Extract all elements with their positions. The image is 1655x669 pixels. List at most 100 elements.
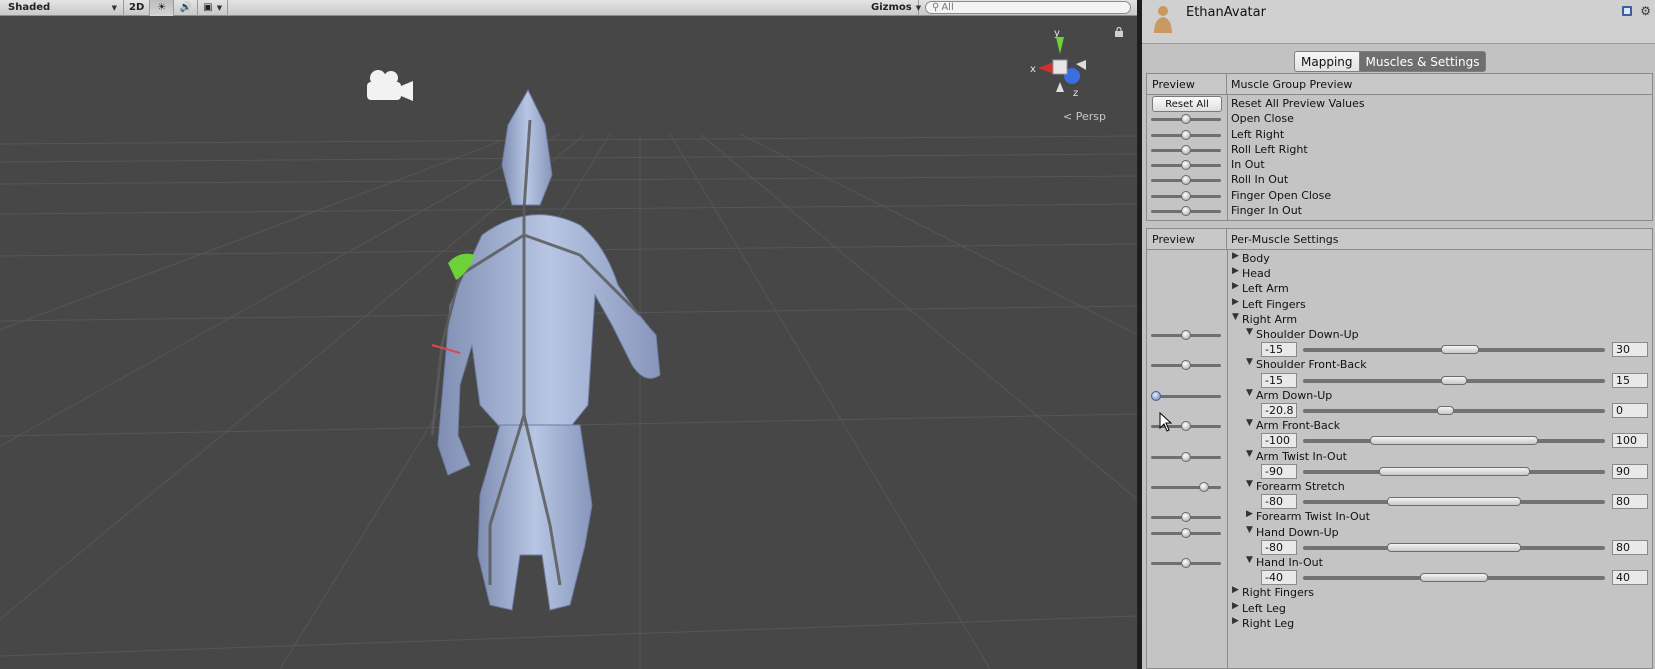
foldout-expanded-icon[interactable]: ▼ [1246,449,1253,459]
group-label[interactable]: Right Leg [1242,617,1294,630]
range-min-field[interactable]: -90 [1261,464,1297,479]
slider-thumb[interactable] [1181,130,1191,140]
range-slider-track[interactable] [1303,409,1605,413]
preview-slider[interactable] [1151,558,1221,568]
shading-mode-dropdown[interactable]: Shaded ▼ [0,0,124,16]
slider-thumb[interactable] [1181,558,1191,568]
foldout-expanded-icon[interactable]: ▼ [1246,327,1253,337]
range-slider-handle[interactable] [1420,573,1488,582]
range-min-field[interactable]: -15 [1261,373,1297,388]
foldout-collapsed-icon[interactable]: ▶ [1232,251,1239,261]
lighting-toggle-button[interactable]: ☀ [150,0,175,16]
projection-label[interactable]: < Persp [1063,110,1106,123]
preview-slider[interactable] [1151,114,1221,124]
range-min-field[interactable]: -40 [1261,570,1297,585]
foldout-expanded-icon[interactable]: ▼ [1246,479,1253,489]
range-max-field[interactable]: 30 [1612,342,1648,357]
effects-toggle-button[interactable]: ▣ ▼ [198,0,229,16]
muscle-label[interactable]: Forearm Twist In-Out [1256,510,1370,523]
range-slider-handle[interactable] [1441,345,1480,354]
gizmos-dropdown[interactable]: Gizmos ▼ [863,0,921,16]
foldout-expanded-icon[interactable]: ▼ [1246,525,1253,535]
muscle-label[interactable]: Arm Front-Back [1256,419,1340,432]
muscle-label[interactable]: Hand In-Out [1256,556,1323,569]
range-max-field[interactable]: 80 [1612,540,1648,555]
slider-thumb[interactable] [1181,175,1191,185]
reset-all-button[interactable]: Reset All [1152,96,1222,112]
preview-slider[interactable] [1151,130,1221,140]
ethan-avatar-model[interactable] [420,85,680,645]
group-label[interactable]: Left Leg [1242,602,1286,615]
preview-slider[interactable] [1151,512,1221,522]
slider-thumb[interactable] [1181,421,1191,431]
foldout-collapsed-icon[interactable]: ▶ [1246,509,1253,519]
foldout-expanded-icon[interactable]: ▼ [1246,418,1253,428]
preview-slider[interactable] [1151,206,1221,216]
preview-slider[interactable] [1151,175,1221,185]
range-min-field[interactable]: -80 [1261,540,1297,555]
slider-thumb[interactable] [1181,330,1191,340]
help-book-icon[interactable] [1621,5,1633,17]
group-label[interactable]: Left Arm [1242,282,1289,295]
range-slider-handle[interactable] [1386,497,1522,506]
foldout-collapsed-icon[interactable]: ▶ [1232,601,1239,611]
slider-thumb[interactable] [1181,145,1191,155]
foldout-collapsed-icon[interactable]: ▶ [1232,297,1239,307]
preview-slider[interactable] [1151,191,1221,201]
muscle-label[interactable]: Arm Twist In-Out [1256,450,1347,463]
tab-muscles-settings[interactable]: Muscles & Settings [1359,51,1487,72]
slider-thumb[interactable] [1199,482,1209,492]
tab-mapping[interactable]: Mapping [1294,51,1360,72]
group-label[interactable]: Left Fingers [1242,298,1306,311]
range-slider-handle[interactable] [1386,543,1522,552]
slider-thumb[interactable] [1181,206,1191,216]
foldout-collapsed-icon[interactable]: ▶ [1232,585,1239,595]
range-min-field[interactable]: -80 [1261,494,1297,509]
range-slider-handle[interactable] [1378,467,1530,476]
slider-thumb[interactable] [1181,360,1191,370]
group-label[interactable]: Right Arm [1242,313,1297,326]
range-slider-handle[interactable] [1370,436,1538,445]
muscle-label[interactable]: Arm Down-Up [1256,389,1332,402]
range-max-field[interactable]: 15 [1612,373,1648,388]
range-max-field[interactable]: 40 [1612,570,1648,585]
audio-toggle-button[interactable]: 🔊 [174,0,199,16]
slider-thumb[interactable] [1151,391,1161,401]
muscle-label[interactable]: Forearm Stretch [1256,480,1345,493]
range-min-field[interactable]: -100 [1261,433,1297,448]
group-label[interactable]: Head [1242,267,1271,280]
preview-slider[interactable] [1151,482,1221,492]
preview-slider[interactable] [1151,360,1221,370]
foldout-collapsed-icon[interactable]: ▶ [1232,281,1239,291]
foldout-collapsed-icon[interactable]: ▶ [1232,266,1239,276]
slider-thumb[interactable] [1181,191,1191,201]
slider-thumb[interactable] [1181,452,1191,462]
preview-slider[interactable] [1151,391,1221,401]
lock-icon[interactable] [1114,27,1124,37]
muscle-label[interactable]: Shoulder Front-Back [1256,358,1367,371]
preview-slider[interactable] [1151,145,1221,155]
preview-slider[interactable] [1151,160,1221,170]
muscle-label[interactable]: Hand Down-Up [1256,526,1339,539]
range-min-field[interactable]: -15 [1261,342,1297,357]
range-max-field[interactable]: 100 [1612,433,1648,448]
gear-icon[interactable]: ⚙ [1640,4,1651,18]
preview-slider[interactable] [1151,452,1221,462]
slider-thumb[interactable] [1181,512,1191,522]
range-slider-handle[interactable] [1441,376,1467,385]
muscle-label[interactable]: Shoulder Down-Up [1256,328,1359,341]
camera-icon[interactable] [363,68,415,104]
scene-search-input[interactable]: ⚲ All [925,1,1131,14]
foldout-expanded-icon[interactable]: ▼ [1246,555,1253,565]
slider-thumb[interactable] [1181,114,1191,124]
foldout-expanded-icon[interactable]: ▼ [1232,312,1239,322]
foldout-expanded-icon[interactable]: ▼ [1246,388,1253,398]
2d-toggle-button[interactable]: 2D [124,0,151,16]
range-max-field[interactable]: 0 [1612,403,1648,418]
slider-thumb[interactable] [1181,160,1191,170]
foldout-collapsed-icon[interactable]: ▶ [1232,616,1239,626]
group-label[interactable]: Body [1242,252,1270,265]
range-max-field[interactable]: 90 [1612,464,1648,479]
slider-thumb[interactable] [1181,528,1191,538]
preview-slider[interactable] [1151,330,1221,340]
